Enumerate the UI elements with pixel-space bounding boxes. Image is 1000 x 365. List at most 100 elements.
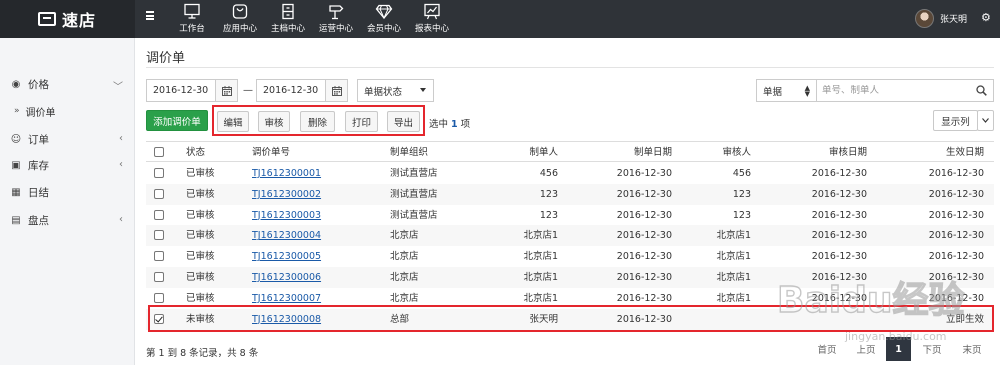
cell-status: 已审核 <box>186 272 215 283</box>
pager-current[interactable]: 1 <box>886 337 911 361</box>
pager-prev[interactable]: 上页 <box>847 337 885 361</box>
row-checkbox[interactable] <box>154 188 164 199</box>
cell-make-date: 2016-12-30 <box>616 230 672 242</box>
table-row[interactable]: 已审核 TJ1612300004 北京店 北京店1 2016-12-30 北京店1 2016… <box>146 225 994 247</box>
calendar-icon[interactable] <box>215 80 237 101</box>
row-checkbox[interactable] <box>154 209 164 220</box>
sidebar-subitem-label: 调价单 <box>25 107 56 119</box>
box-icon: ▣ <box>11 159 21 171</box>
date-from-field[interactable]: 2016-12-30 <box>146 79 238 102</box>
table-row[interactable]: 已审核 TJ1612300001 测试直营店 456 2016-12-30 456 2016… <box>146 163 994 184</box>
row-checkbox[interactable] <box>154 168 164 178</box>
diamond-icon <box>375 4 393 20</box>
cell-doc-no[interactable]: TJ1612300006 <box>252 267 321 288</box>
sidebar-item-inventory[interactable]: ▣ 库存 ‹ <box>0 155 135 175</box>
date-to-field[interactable]: 2016-12-30 <box>256 79 348 102</box>
columns-dropdown-button[interactable] <box>977 110 994 131</box>
app-logo[interactable]: 速店 <box>0 0 135 38</box>
cell-reviewer: 北京店1 <box>716 272 751 283</box>
table-row[interactable]: 已审核 TJ1612300003 测试直营店 123 2016-12-30 123 2016… <box>146 205 994 226</box>
search-icon[interactable] <box>976 85 987 96</box>
cell-maker: 北京店1 <box>523 230 558 242</box>
pager-next[interactable]: 下页 <box>913 337 951 361</box>
topnav-workbench[interactable]: 工作台 <box>168 0 216 38</box>
cell-reviewer: 北京店1 <box>716 251 751 263</box>
cell-maker: 北京店1 <box>523 251 558 263</box>
cell-org: 测试直营店 <box>390 209 438 221</box>
sidebar-item-stocktake[interactable]: ▤ 盘点 ‹ <box>0 210 135 230</box>
user-settings-icon[interactable]: ⚙ <box>981 12 996 24</box>
search-field[interactable] <box>816 79 994 102</box>
cell-status: 已审核 <box>186 251 215 263</box>
pager-last[interactable]: 末页 <box>953 337 991 361</box>
sidebar-item-label: 订单 <box>28 133 49 146</box>
header-org: 制单组织 <box>390 147 429 158</box>
cell-reviewer: 456 <box>732 168 751 179</box>
columns-button[interactable]: 显示列 <box>933 110 978 131</box>
page-title: 调价单 <box>146 51 186 66</box>
clipboard-icon: ▤ <box>11 214 21 226</box>
cell-reviewer: 123 <box>732 188 751 200</box>
sort-updown-icon: ▲ ▼ <box>804 84 810 98</box>
sidebar-item-label: 库存 <box>28 159 49 172</box>
cell-review-date: 2016-12-30 <box>811 230 867 242</box>
topnav-members[interactable]: 会员中心 <box>360 0 408 38</box>
topnav-operations[interactable]: 运营中心 <box>312 0 360 38</box>
doc-type-select[interactable]: 单据 ▲ ▼ <box>756 79 817 102</box>
sidebar-item-price[interactable]: ◉ 价格 ﹀ <box>0 74 135 94</box>
cell-make-date: 2016-12-30 <box>616 272 672 283</box>
bag-icon <box>232 4 248 19</box>
cell-effective-date: 2016-12-30 <box>928 188 984 200</box>
topnav-label: 应用中心 <box>222 24 257 34</box>
cell-org: 测试直营店 <box>390 168 438 179</box>
cell-status: 已审核 <box>186 188 215 200</box>
user-menu[interactable]: 张天明 <box>915 9 967 28</box>
selection-suffix: 项 <box>460 119 471 130</box>
cell-review-date: 2016-12-30 <box>811 209 867 221</box>
cell-doc-no[interactable]: TJ1612300005 <box>252 246 321 267</box>
topnav-master-data[interactable]: 主档中心 <box>264 0 312 38</box>
sidebar-item-orders[interactable]: ☺ 订单 ‹ <box>0 129 135 149</box>
search-input[interactable] <box>822 85 972 96</box>
row-checkbox[interactable] <box>154 230 164 241</box>
topnav-app-center[interactable]: 应用中心 <box>216 0 264 38</box>
row-checkbox[interactable] <box>154 251 164 262</box>
sidebar-item-daily-close[interactable]: ▦ 日结 <box>0 182 135 202</box>
cell-review-date: 2016-12-30 <box>811 272 867 283</box>
date-from-value: 2016-12-30 <box>153 85 209 96</box>
chevron-left-icon: ‹ <box>119 133 123 144</box>
cell-effective-date: 2016-12-30 <box>928 251 984 263</box>
cell-make-date: 2016-12-30 <box>616 188 672 200</box>
table-row[interactable]: 已审核 TJ1612300002 测试直营店 123 2016-12-30 123 2016… <box>146 183 994 205</box>
row-checkbox[interactable] <box>154 272 164 282</box>
cell-doc-no[interactable]: TJ1612300002 <box>252 184 321 205</box>
topnav-reports[interactable]: 报表中心 <box>408 0 456 38</box>
user-name: 张天明 <box>940 15 968 25</box>
cell-doc-no[interactable]: TJ1612300001 <box>252 163 321 184</box>
select-all-checkbox[interactable] <box>154 147 164 157</box>
calendar-icon[interactable] <box>325 80 347 101</box>
status-select[interactable]: 单据状态 <box>357 79 434 102</box>
cell-org: 测试直营店 <box>390 188 438 200</box>
table-row[interactable]: 已审核 TJ1612300006 北京店 北京店1 2016-12-30 北京店1 2016… <box>146 267 994 288</box>
caret-down-icon <box>420 88 426 92</box>
cell-status: 已审核 <box>186 168 215 179</box>
cell-doc-no[interactable]: TJ1612300003 <box>252 205 321 226</box>
cell-maker: 北京店1 <box>523 272 558 283</box>
divider <box>146 67 994 68</box>
pager-first[interactable]: 首页 <box>808 337 846 361</box>
top-nav: 工作台 应用中心 主档中心 运营中心 会员中心 报表中心 <box>168 0 456 38</box>
coins-icon: ◉ <box>11 78 21 90</box>
cell-reviewer: 北京店1 <box>716 230 751 242</box>
sidebar-subitem-price-adjust[interactable]: » 调价单 <box>0 102 135 120</box>
table-row[interactable]: 已审核 TJ1612300005 北京店 北京店1 2016-12-30 北京店1 2016… <box>146 246 994 267</box>
row-checkbox[interactable] <box>154 292 164 303</box>
add-price-adjust-button[interactable]: 添加调价单 <box>146 110 208 131</box>
cell-effective-date: 2016-12-30 <box>928 168 984 179</box>
cell-org: 北京店 <box>390 272 419 283</box>
cell-doc-no[interactable]: TJ1612300004 <box>252 225 321 246</box>
chevron-down-icon: ﹀ <box>113 82 123 93</box>
app-logo-text: 速店 <box>62 11 97 30</box>
menu-toggle-button[interactable] <box>146 11 154 20</box>
selection-prefix: 选中 <box>429 119 449 130</box>
